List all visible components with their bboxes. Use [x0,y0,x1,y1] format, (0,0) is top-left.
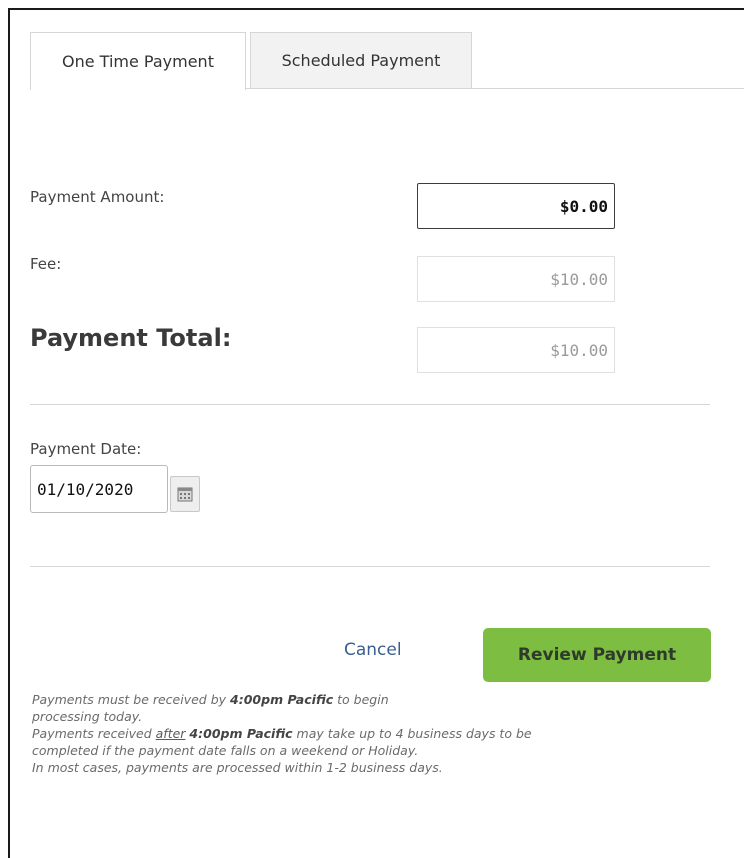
calendar-button[interactable] [170,476,200,512]
fee-field: $10.00 [417,256,615,302]
payment-amount-input[interactable]: $0.00 [417,183,615,229]
note-line-3-text: Payments received [32,726,156,741]
fee-label: Fee: [30,255,62,273]
tab-one-time-payment[interactable]: One Time Payment [30,32,246,90]
note-line-1-bold: 4:00pm Pacific [230,692,334,707]
note-line-3-tail: may take up to 4 business days to be [292,726,532,741]
note-line-1: Payments must be received by 4:00pm Paci… [32,691,389,708]
note-line-5: In most cases, payments are processed wi… [32,760,443,775]
payment-total-label: Payment Total: [30,324,232,352]
note-line-2: processing today. [32,709,143,724]
note-line-1-text: Payments must be received by [32,692,231,707]
divider-bottom [30,566,710,567]
payment-amount-label: Payment Amount: [30,188,165,206]
note-line-1-tail: to begin [333,692,389,707]
calendar-icon [177,487,193,502]
note-line-3-underline: after [155,726,186,741]
review-payment-button[interactable]: Review Payment [483,628,711,682]
payment-total-field: $10.00 [417,327,615,373]
note-line-4: completed if the payment date falls on a… [32,743,419,758]
note-line-3-bold: 4:00pm Pacific [189,726,293,741]
tab-scheduled-payment[interactable]: Scheduled Payment [250,32,472,88]
divider-top [30,404,710,405]
tab-scheduled-payment-label: Scheduled Payment [281,51,441,70]
payment-date-label: Payment Date: [30,440,142,458]
cancel-link[interactable]: Cancel [344,640,402,660]
payment-date-input[interactable]: 01/10/2020 [30,465,168,513]
tab-one-time-payment-label: One Time Payment [62,52,214,71]
note-line-3: Payments received after 4:00pm Pacific m… [32,725,532,742]
